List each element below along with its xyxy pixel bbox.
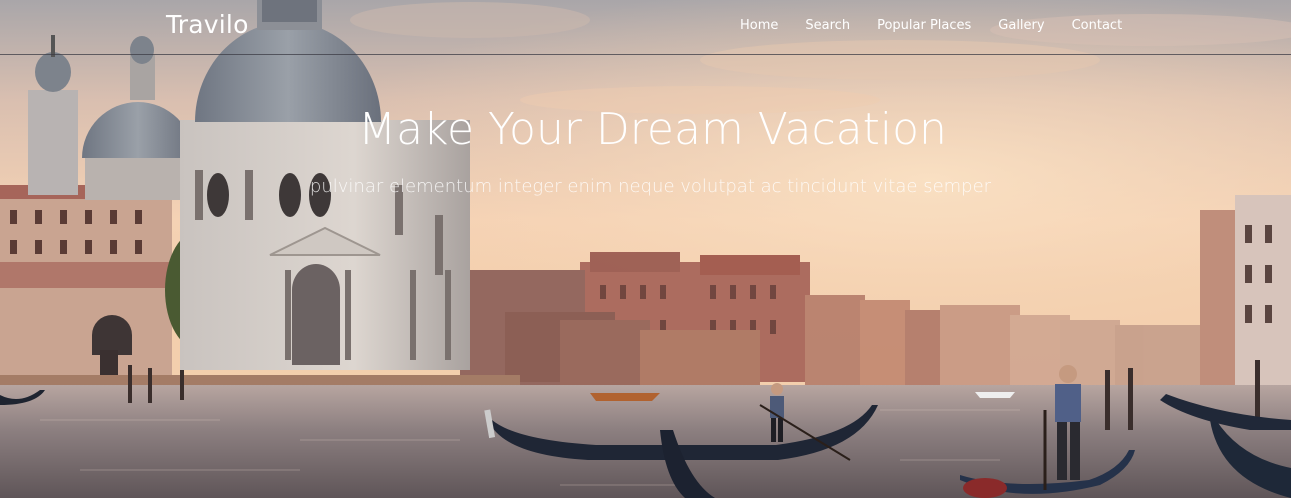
hero-section: Travilo Home Search Popular Places Galle… <box>0 0 1291 498</box>
nav-link-popular-places[interactable]: Popular Places <box>877 18 971 33</box>
hero-subtitle: pulvinar elementum integer enim neque vo… <box>309 176 992 197</box>
venice-background-image <box>0 0 1291 498</box>
nav-link-search[interactable]: Search <box>805 18 850 33</box>
nav-link-contact[interactable]: Contact <box>1072 18 1123 33</box>
top-navbar: Travilo Home Search Popular Places Galle… <box>0 0 1291 55</box>
brand-logo[interactable]: Travilo <box>166 10 249 39</box>
nav-links: Home Search Popular Places Gallery Conta… <box>740 18 1149 33</box>
nav-link-home[interactable]: Home <box>740 18 778 33</box>
nav-link-gallery[interactable]: Gallery <box>998 18 1044 33</box>
hero-title: Make Your Dream Vacation <box>358 104 947 155</box>
